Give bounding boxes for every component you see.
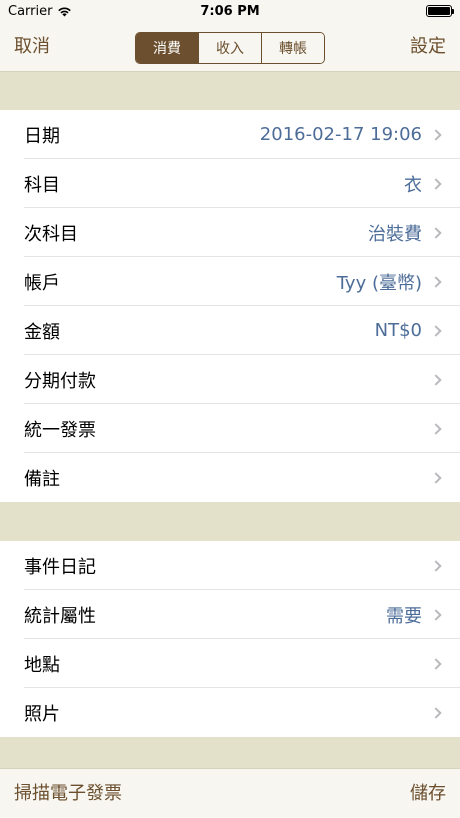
row-label: 備註	[24, 468, 60, 490]
screen: Carrier 7:06 PM 取消 消費 收入 轉帳 設定 日期 2016-0…	[0, 0, 460, 818]
bottom-toolbar: 掃描電子發票 儲存	[0, 768, 460, 818]
battery-fill	[428, 7, 450, 15]
row-amount[interactable]: 金額 NT$0	[0, 306, 460, 355]
chevron-right-icon	[430, 559, 442, 572]
status-bar: Carrier 7:06 PM	[0, 0, 460, 22]
chevron-right-icon	[430, 275, 442, 288]
chevron-right-icon	[430, 373, 442, 386]
row-event-diary[interactable]: 事件日記	[0, 541, 460, 590]
extra-fields-group: 事件日記 統計屬性 需要 地點 照片	[0, 541, 460, 737]
row-label: 事件日記	[24, 556, 96, 578]
chevron-right-icon	[430, 177, 442, 190]
settings-button[interactable]: 設定	[410, 22, 446, 72]
row-value: 2016-02-17 19:06	[259, 124, 422, 145]
segment-expense[interactable]: 消費	[136, 33, 199, 63]
row-category[interactable]: 科目 衣	[0, 159, 460, 208]
row-label: 地點	[24, 654, 60, 676]
chevron-right-icon	[430, 471, 442, 484]
row-photo[interactable]: 照片	[0, 688, 460, 737]
scan-einvoice-button[interactable]: 掃描電子發票	[14, 769, 122, 818]
row-label: 次科目	[24, 223, 78, 245]
chevron-right-icon	[430, 324, 442, 337]
transaction-fields-group: 日期 2016-02-17 19:06 科目 衣 次科目 治裝費 帳戶 Tyy …	[0, 110, 460, 502]
save-button[interactable]: 儲存	[410, 769, 446, 818]
segment-income[interactable]: 收入	[199, 33, 262, 63]
row-invoice[interactable]: 統一發票	[0, 404, 460, 453]
chevron-right-icon	[430, 128, 442, 141]
chevron-right-icon	[430, 608, 442, 621]
segment-transfer[interactable]: 轉帳	[262, 33, 324, 63]
row-installment[interactable]: 分期付款	[0, 355, 460, 404]
chevron-right-icon	[430, 706, 442, 719]
carrier-label: Carrier	[8, 3, 53, 19]
row-account[interactable]: 帳戶 Tyy (臺幣)	[0, 257, 460, 306]
chevron-right-icon	[430, 422, 442, 435]
row-label: 日期	[24, 125, 60, 147]
wifi-icon	[58, 6, 72, 16]
row-label: 分期付款	[24, 370, 96, 392]
row-value: 治裝費	[368, 223, 422, 245]
row-value: Tyy (臺幣)	[336, 272, 422, 294]
row-value: 衣	[404, 174, 422, 196]
status-left: Carrier	[8, 4, 72, 19]
row-note[interactable]: 備註	[0, 453, 460, 502]
cancel-button[interactable]: 取消	[14, 22, 50, 72]
row-label: 科目	[24, 174, 60, 196]
row-value: NT$0	[374, 320, 422, 341]
chevron-right-icon	[430, 657, 442, 670]
chevron-right-icon	[430, 226, 442, 239]
row-date[interactable]: 日期 2016-02-17 19:06	[0, 110, 460, 159]
row-subcategory[interactable]: 次科目 治裝費	[0, 208, 460, 257]
battery-icon	[426, 5, 454, 17]
row-value: 需要	[386, 605, 422, 627]
row-label: 金額	[24, 321, 60, 343]
transaction-type-segmented-control: 消費 收入 轉帳	[135, 32, 325, 64]
row-location[interactable]: 地點	[0, 639, 460, 688]
nav-bar: 取消 消費 收入 轉帳 設定	[0, 22, 460, 72]
row-label: 統一發票	[24, 419, 96, 441]
row-statistics-attribute[interactable]: 統計屬性 需要	[0, 590, 460, 639]
row-label: 統計屬性	[24, 605, 96, 627]
row-label: 照片	[24, 703, 60, 725]
row-label: 帳戶	[24, 272, 60, 294]
